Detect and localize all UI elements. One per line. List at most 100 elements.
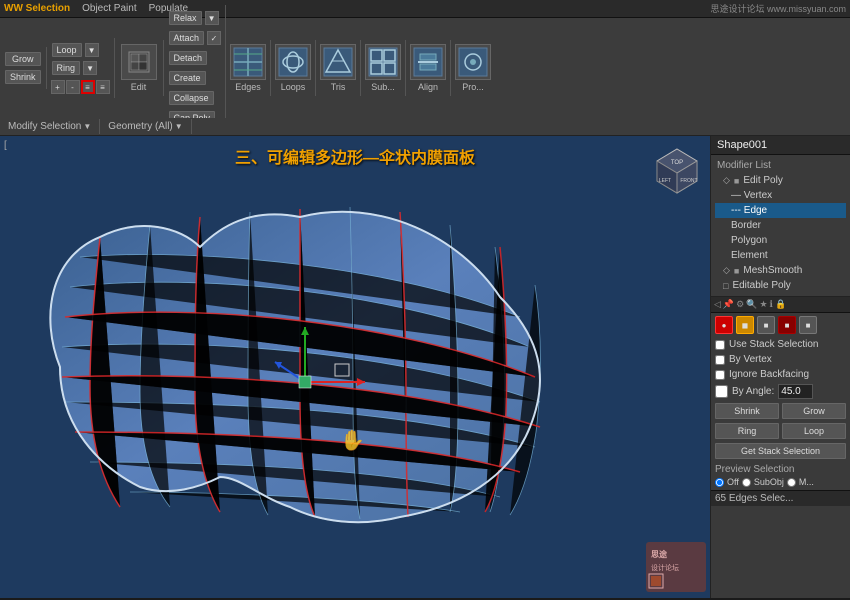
nav-pin[interactable]: 📌 [723,299,734,310]
loop-settings-icon[interactable]: ▼ [85,43,99,57]
edit-icon[interactable] [121,44,157,80]
paint-btn-3[interactable]: ≡ [81,80,95,94]
modifier-element-label: Element [731,250,768,261]
attach-settings-icon[interactable]: ✓ [207,31,221,45]
by-vertex-checkbox[interactable] [715,355,725,365]
modifier-mesh-smooth[interactable]: ◇ ■ MeshSmooth [715,263,846,278]
get-stack-selection-btn[interactable]: Get Stack Selection [715,443,846,459]
geometry-label: Geometry (All) [108,121,172,132]
ring-btn[interactable]: Ring [715,423,779,439]
expand-icon-mesh: ◇ [723,265,730,276]
sel-icon-darkred[interactable]: ■ [778,316,796,334]
ring-button[interactable]: Ring [52,61,81,75]
relax-button[interactable]: Relax [169,11,202,25]
nav-settings[interactable]: ⚙ [736,299,744,310]
geometry-arrow: ▼ [175,122,183,131]
shrink-button[interactable]: Shrink [5,70,41,84]
sel-icon-dark1[interactable]: ■ [757,316,775,334]
preview-m-radio[interactable] [787,478,796,487]
selection-icons-row: ● ◼ ■ ■ ■ [711,313,850,337]
modify-selection-label: Modify Selection [8,121,81,132]
sub-label: Sub... [371,82,395,92]
relax-section: Relax ▼ Attach ✓ Detach Create Collapse … [164,5,227,131]
collapse-button[interactable]: Collapse [169,91,214,105]
by-angle-checkbox[interactable] [715,385,728,398]
angle-input[interactable]: 45.0 [778,384,813,399]
sel-icon-gray[interactable]: ■ [799,316,817,334]
geometry-section[interactable]: Geometry (All) ▼ [100,119,191,134]
modifier-vertex-label: — Vertex [731,190,772,201]
status-bar: 65 Edges Selec... [711,490,850,506]
preview-radio-row: Off SubObj M... [715,477,846,487]
section-label-bar: Modify Selection ▼ Geometry (All) ▼ [0,118,850,136]
modifier-border[interactable]: Border [715,218,846,233]
preview-subobj-radio[interactable] [742,478,751,487]
detach-button[interactable]: Detach [169,51,208,65]
app-title: WW Selection [4,3,70,14]
modifier-edge[interactable]: --- Edge [715,203,846,218]
by-angle-row: By Angle: 45.0 [711,382,850,401]
right-panel: Shape001 Modifier List ◇ ■ Edit Poly — V… [710,136,850,598]
shrink-btn[interactable]: Shrink [715,403,779,419]
modifier-polygon[interactable]: Polygon [715,233,846,248]
modifier-editable-poly-label: Editable Poly [732,280,790,291]
by-vertex-label: By Vertex [729,354,772,365]
main-layout: [ 三、可编辑多边形—伞状内膜面板 TOP LEFT FRONT [0,136,850,598]
ring-loop-row: Ring Loop [711,421,850,441]
edges-icon[interactable] [230,44,266,80]
preview-off-radio[interactable] [715,478,724,487]
modifier-vertex[interactable]: — Vertex [715,188,846,203]
loop-button[interactable]: Loop [52,43,82,57]
use-stack-selection-row: Use Stack Selection [711,337,850,352]
loops-label: Loops [281,82,306,92]
edges-label: Edges [235,82,261,92]
ignore-backfacing-checkbox[interactable] [715,370,725,380]
create-button[interactable]: Create [169,71,206,85]
loop-btn[interactable]: Loop [782,423,846,439]
paint-btn-2[interactable]: - [66,80,80,94]
paint-btn-1[interactable]: + [51,80,65,94]
viewport[interactable]: [ 三、可编辑多边形—伞状内膜面板 TOP LEFT FRONT [0,136,710,598]
modifier-edit-poly[interactable]: ◇ ■ Edit Poly [715,173,846,188]
modifier-list-label: Modifier List [715,158,846,173]
paint-btn-4[interactable]: ≡ [96,80,110,94]
grow-btn[interactable]: Grow [782,403,846,419]
sel-icon-yellow[interactable]: ◼ [736,316,754,334]
modifier-editable-poly[interactable]: □ Editable Poly [715,278,846,293]
relax-settings-icon[interactable]: ▼ [205,11,219,25]
nav-lock[interactable]: 🔒 [775,299,786,310]
modifier-element[interactable]: Element [715,248,846,263]
tris-icon[interactable] [320,44,356,80]
attach-button[interactable]: Attach [169,31,205,45]
grow-button[interactable]: Grow [5,52,41,66]
align-icon[interactable] [410,44,446,80]
modifier-polygon-label: Polygon [731,235,767,246]
ring-settings-icon[interactable]: ▼ [83,61,97,75]
nav-bookmark[interactable]: ★ [759,299,767,310]
use-stack-selection-label: Use Stack Selection [729,339,819,350]
sub-icon[interactable] [365,44,401,80]
modify-selection-arrow: ▼ [83,122,91,131]
object-paint-label[interactable]: Object Paint [82,3,136,14]
modify-selection-section[interactable]: Modify Selection ▼ [0,119,100,134]
svg-text:思途: 思途 [651,549,668,559]
nav-icons-row: ◁ 📌 ⚙ 🔍 ★ ℹ 🔒 [711,297,850,313]
viewport-text-overlay: 三、可编辑多边形—伞状内膜面板 [235,144,475,168]
sel-icon-red[interactable]: ● [715,316,733,334]
nav-arrow-left[interactable]: ◁ [714,299,721,310]
ignore-backfacing-label: Ignore Backfacing [729,369,809,380]
by-vertex-row: By Vertex [711,352,850,367]
nav-search[interactable]: 🔍 [746,299,757,310]
align-section: Align [406,40,451,96]
nav-info[interactable]: ℹ [770,299,773,310]
use-stack-selection-checkbox[interactable] [715,340,725,350]
loops-icon[interactable] [275,44,311,80]
pro-icon[interactable] [455,44,491,80]
watermark: 思途 设计论坛 [646,542,706,594]
shape-name: Shape001 [711,136,850,155]
align-label: Align [418,82,438,92]
ignore-backfacing-row: Ignore Backfacing [711,367,850,382]
edges-section: Edges [226,40,271,96]
shrink-grow-row: Shrink Grow [711,401,850,421]
svg-text:✋: ✋ [340,428,365,452]
